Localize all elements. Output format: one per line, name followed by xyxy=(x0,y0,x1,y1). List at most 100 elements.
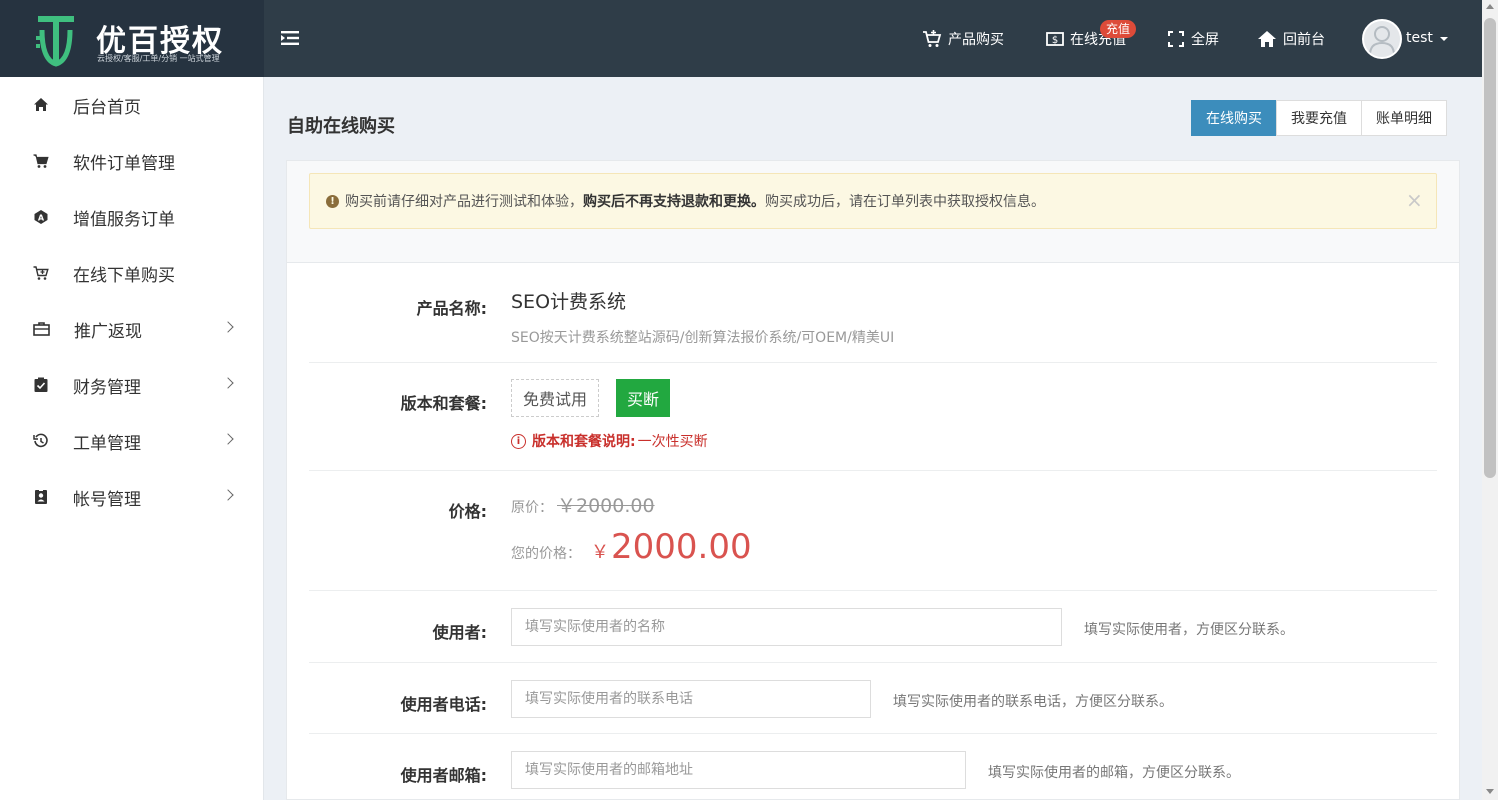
briefcase-icon xyxy=(33,322,50,336)
your-price-value: 2000.00 xyxy=(611,527,752,567)
money-icon: $ xyxy=(1046,32,1064,46)
original-price-value: ￥2000.00 xyxy=(557,495,655,517)
chevron-right-icon xyxy=(222,377,234,389)
top-header: 优百授权 云授权/客服/工单/分销 一站式管理 产品购买 $ 在线充值 充值 全… xyxy=(0,0,1482,77)
sidebar-item-service-orders[interactable]: A 增值服务订单 xyxy=(0,189,263,245)
page-scrollbar[interactable] xyxy=(1482,0,1498,800)
alert-text-before: 购买前请仔细对产品进行测试和体验， xyxy=(345,194,583,210)
product-row: 产品名称: SEO计费系统 SEO按天计费系统整站源码/创新算法报价系统/可OE… xyxy=(309,263,1437,363)
nav-fullscreen-label: 全屏 xyxy=(1191,32,1219,48)
plan-note: i 版本和套餐说明: 一次性买断 xyxy=(511,431,708,451)
home-icon xyxy=(1258,31,1276,47)
page-tabs: 在线购买 我要充值 账单明细 xyxy=(1191,100,1447,136)
service-icon: A xyxy=(34,210,48,224)
logo-icon xyxy=(36,16,74,67)
nav-fullscreen[interactable]: 全屏 xyxy=(1167,24,1219,54)
panel-header: ! 购买前请仔细对产品进行测试和体验， 购买后不再支持退款和更换。 购买成功后，请在… xyxy=(287,161,1459,263)
sidebar-item-label: 后台首页 xyxy=(73,97,141,118)
close-icon[interactable]: × xyxy=(1406,188,1423,212)
original-price-label: 原价： xyxy=(511,500,553,516)
sidebar-item-dashboard[interactable]: 后台首页 xyxy=(0,77,263,133)
sidebar-item-label: 推广返现 xyxy=(74,321,142,342)
cart-plus-icon xyxy=(33,266,49,280)
clipboard-check-icon xyxy=(34,377,48,392)
tab-online-buy[interactable]: 在线购买 xyxy=(1191,100,1277,136)
tab-recharge[interactable]: 我要充值 xyxy=(1276,100,1362,136)
plan-label: 版本和套餐: xyxy=(400,394,487,413)
nav-product-buy[interactable]: 产品购买 xyxy=(922,24,1004,54)
price-label: 价格: xyxy=(448,502,487,521)
sidebar-item-label: 在线下单购买 xyxy=(73,265,175,286)
phone-hint: 填写实际使用者的联系电话，方便区分联系。 xyxy=(893,694,1173,710)
original-price: 原价： ￥2000.00 xyxy=(511,491,655,518)
home-icon xyxy=(34,98,48,111)
info-circle-icon: i xyxy=(511,433,526,449)
svg-text:$: $ xyxy=(1052,35,1058,46)
user-email-input[interactable] xyxy=(511,751,966,789)
plan-option-buyout[interactable]: 买断 xyxy=(616,379,671,417)
svg-text:A: A xyxy=(38,214,45,223)
sidebar-item-label: 帐号管理 xyxy=(73,489,141,510)
fullscreen-icon xyxy=(1168,31,1184,47)
chevron-right-icon xyxy=(222,433,234,445)
plan-note-label: 版本和套餐说明: xyxy=(532,434,636,450)
nav-product-buy-label: 产品购买 xyxy=(948,32,1004,48)
alert-text-after: 购买成功后，请在订单列表中获取授权信息。 xyxy=(765,194,1045,210)
phone-label: 使用者电话: xyxy=(400,695,487,714)
avatar[interactable] xyxy=(1362,19,1402,59)
sidebar: 后台首页 软件订单管理 A 增值服务订单 在线下单购买 推广返现 财务管理 工单… xyxy=(0,77,264,800)
phone-row: 使用者电话: 填写实际使用者的联系电话，方便区分联系。 xyxy=(309,663,1437,734)
plan-option-free-trial[interactable]: 免费试用 xyxy=(511,379,600,417)
sidebar-item-software-orders[interactable]: 软件订单管理 xyxy=(0,133,263,189)
nav-back-to-front[interactable]: 回前台 xyxy=(1257,24,1325,54)
user-hint: 填写实际使用者，方便区分联系。 xyxy=(1084,622,1294,638)
nav-back-to-front-label: 回前台 xyxy=(1283,32,1325,48)
user-phone-input[interactable] xyxy=(511,680,871,718)
sidebar-item-label: 软件订单管理 xyxy=(73,153,175,174)
sidebar-item-tickets[interactable]: 工单管理 xyxy=(0,413,263,469)
your-price-label: 您的价格： xyxy=(511,546,581,562)
caret-down-icon[interactable] xyxy=(1440,37,1448,41)
user-avatar-icon xyxy=(1369,26,1395,56)
exclamation-circle-icon: ! xyxy=(326,194,339,208)
plan-note-value: 一次性买断 xyxy=(637,434,708,450)
product-name: SEO计费系统 xyxy=(511,291,627,313)
sidebar-item-label: 工单管理 xyxy=(73,433,141,454)
alert-text-bold: 购买后不再支持退款和更换。 xyxy=(583,194,765,210)
currency-symbol: ￥ xyxy=(591,542,609,563)
price-row: 价格: 原价： ￥2000.00 您的价格： ￥ 2000.00 xyxy=(309,471,1437,591)
brand-subtitle: 云授权/客服/工单/分销 一站式管理 xyxy=(97,54,220,63)
sidebar-item-account[interactable]: 帐号管理 xyxy=(0,469,263,525)
email-hint: 填写实际使用者的邮箱，方便区分联系。 xyxy=(988,765,1240,781)
product-label: 产品名称: xyxy=(416,299,487,318)
user-name[interactable]: test xyxy=(1406,30,1433,46)
id-badge-icon xyxy=(35,489,47,504)
sidebar-item-referral[interactable]: 推广返现 xyxy=(0,301,263,357)
scroll-down-icon[interactable] xyxy=(1486,789,1494,794)
email-row: 使用者邮箱: 填写实际使用者的邮箱，方便区分联系。 xyxy=(309,734,1437,800)
cart-plus-icon xyxy=(923,30,942,47)
user-name-input[interactable] xyxy=(511,608,1062,646)
purchase-panel: ! 购买前请仔细对产品进行测试和体验， 购买后不再支持退款和更换。 购买成功后，请在… xyxy=(286,160,1460,800)
scroll-up-icon[interactable] xyxy=(1486,4,1494,9)
sidebar-item-label: 财务管理 xyxy=(73,377,141,398)
sidebar-item-label: 增值服务订单 xyxy=(73,209,175,230)
chevron-right-icon xyxy=(222,321,234,333)
your-price: 您的价格： ￥ 2000.00 xyxy=(511,527,752,567)
chevron-right-icon xyxy=(222,489,234,501)
sidebar-item-online-order[interactable]: 在线下单购买 xyxy=(0,245,263,301)
cart-icon xyxy=(33,154,49,168)
email-label: 使用者邮箱: xyxy=(400,766,487,785)
recharge-badge: 充值 xyxy=(1100,20,1137,38)
warning-alert: ! 购买前请仔细对产品进行测试和体验， 购买后不再支持退款和更换。 购买成功后，请在… xyxy=(309,173,1437,229)
user-label: 使用者: xyxy=(432,623,487,642)
history-icon xyxy=(33,433,48,448)
logo[interactable]: 优百授权 云授权/客服/工单/分销 一站式管理 xyxy=(0,0,264,77)
user-row: 使用者: 填写实际使用者，方便区分联系。 xyxy=(309,591,1437,663)
sidebar-item-finance[interactable]: 财务管理 xyxy=(0,357,263,413)
page-title: 自助在线购买 xyxy=(287,116,395,137)
scroll-thumb[interactable] xyxy=(1484,18,1496,478)
product-description: SEO按天计费系统整站源码/创新算法报价系统/可OEM/精美UI xyxy=(511,330,895,346)
menu-toggle-icon[interactable] xyxy=(280,28,300,48)
tab-billing[interactable]: 账单明细 xyxy=(1361,100,1447,136)
